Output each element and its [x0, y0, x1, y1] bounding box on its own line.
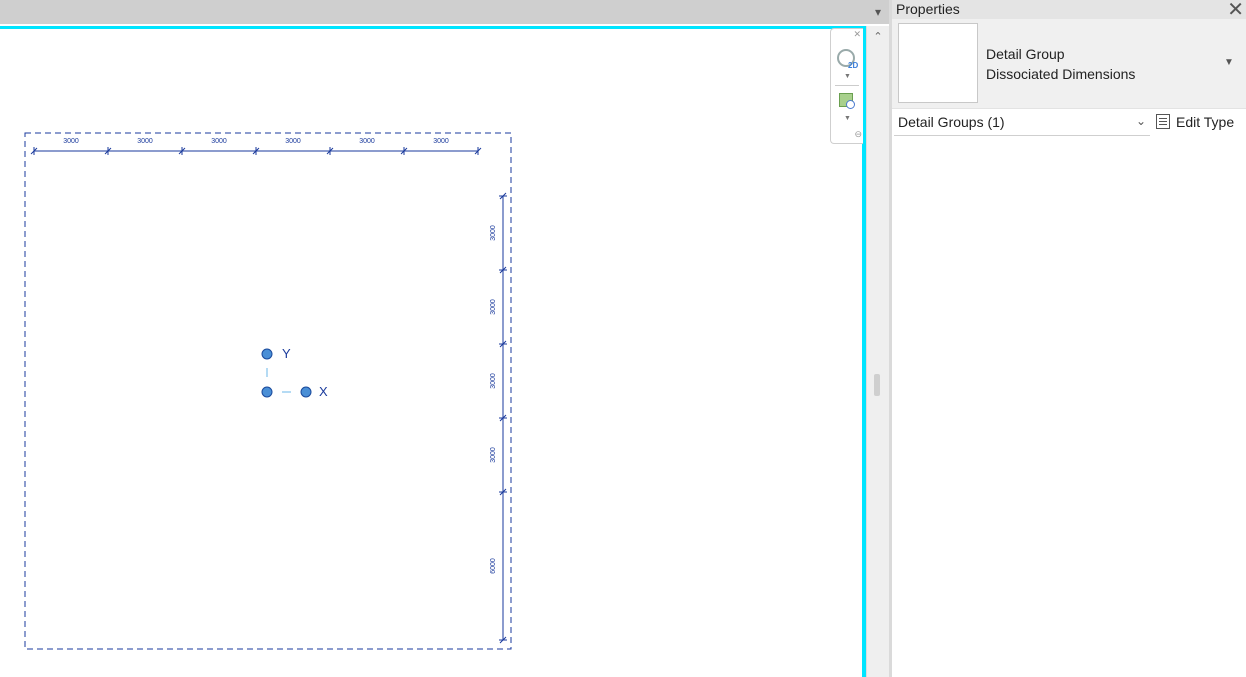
properties-filter-dropdown[interactable]: Detail Groups (1) ⌄ [894, 111, 1150, 136]
edit-type-label: Edit Type [1176, 114, 1235, 130]
dimension-value: 3000 [285, 138, 301, 145]
nav-separator [835, 85, 859, 86]
properties-panel: Properties ✕ Detail Group Dissociated Di… [892, 0, 1246, 677]
dimension-value: 3000 [137, 138, 153, 145]
active-view-border-top [0, 26, 866, 29]
type-name: Dissociated Dimensions [986, 66, 1136, 82]
dimension-value: 3000 [211, 138, 227, 145]
origin-grip [261, 386, 273, 398]
right-dimension-string: 3000 3000 3000 3000 6000 [490, 192, 507, 644]
scroll-thumb[interactable] [874, 374, 880, 396]
edit-type-icon [1156, 114, 1170, 129]
dimension-value: 6000 [490, 558, 497, 574]
collapse-icon[interactable]: ▾ [868, 3, 888, 21]
filter-value: Detail Groups (1) [898, 114, 1005, 130]
magnifier-icon [846, 100, 855, 109]
vertical-scrollbar[interactable]: ⌃ [866, 26, 889, 677]
x-grip [300, 386, 312, 398]
dimension-value: 3000 [359, 138, 375, 145]
drawing-canvas[interactable]: 3000 3000 3000 3000 3000 3000 300030003000300… [0, 0, 862, 677]
y-axis-label: Y [282, 346, 291, 361]
edit-type-button[interactable]: Edit Type [1154, 111, 1244, 135]
properties-title: Properties [896, 1, 960, 17]
properties-header: Properties ✕ [892, 0, 1246, 21]
type-family-name: Detail Group [986, 46, 1065, 62]
chevron-down-icon[interactable]: ▼ [844, 115, 851, 122]
chevron-down-icon[interactable]: ▼ [1224, 57, 1234, 68]
minimize-icon[interactable]: ⊖ [854, 129, 862, 140]
chevron-down-icon[interactable]: ⌄ [1136, 114, 1146, 128]
type-preview-image [898, 23, 978, 103]
type-selector[interactable]: Detail Group Dissociated Dimensions ▼ [892, 19, 1246, 109]
dimension-value: 3000 [490, 225, 497, 241]
close-icon[interactable]: ✕ [853, 29, 861, 40]
dimension-value: 3000 [433, 138, 449, 145]
x-axis-label: X [319, 384, 328, 399]
navigation-bar: ✕ 2D ▼ ▼ ⊖ [830, 28, 863, 144]
dimension-value: 3000 [63, 138, 79, 145]
wheel-mode-label: 2D [848, 61, 859, 70]
dimension-value: 3000 [490, 299, 497, 315]
top-dimension-string: 3000 3000 3000 3000 3000 3000 [30, 138, 482, 155]
chevron-down-icon[interactable]: ▼ [844, 73, 851, 80]
scroll-up-icon[interactable]: ⌃ [869, 28, 887, 46]
dimension-value: 3000 [490, 373, 497, 389]
dimension-value: 3000 [490, 447, 497, 463]
y-grip [261, 348, 273, 360]
